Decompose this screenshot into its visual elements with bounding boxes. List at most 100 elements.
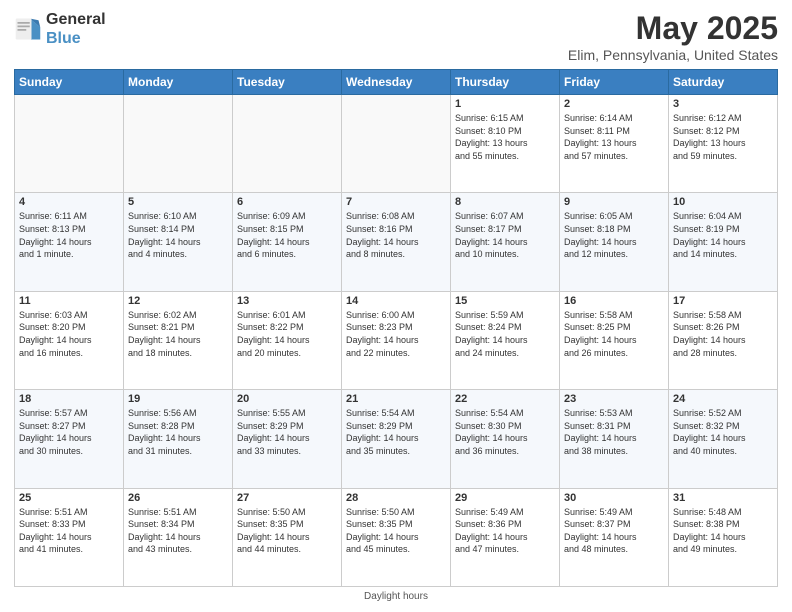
- day-header-saturday: Saturday: [669, 70, 778, 95]
- day-number: 23: [564, 393, 664, 405]
- day-info: Sunrise: 6:00 AM Sunset: 8:23 PM Dayligh…: [346, 309, 446, 359]
- day-info: Sunrise: 6:14 AM Sunset: 8:11 PM Dayligh…: [564, 112, 664, 162]
- calendar-cell: 9 Sunrise: 6:05 AM Sunset: 8:18 PM Daylig…: [560, 193, 669, 291]
- day-number: 19: [128, 393, 228, 405]
- day-number: 5: [128, 196, 228, 208]
- calendar-cell: 2 Sunrise: 6:14 AM Sunset: 8:11 PM Daylig…: [560, 95, 669, 193]
- day-number: 17: [673, 295, 773, 307]
- day-header-tuesday: Tuesday: [233, 70, 342, 95]
- calendar-cell: 10Sunrise: 6:04 AM Sunset: 8:19 PM Dayli…: [669, 193, 778, 291]
- calendar-cell: [124, 95, 233, 193]
- day-info: Sunrise: 6:03 AM Sunset: 8:20 PM Dayligh…: [19, 309, 119, 359]
- day-number: 1: [455, 98, 555, 110]
- day-number: 22: [455, 393, 555, 405]
- day-number: 18: [19, 393, 119, 405]
- day-info: Sunrise: 6:07 AM Sunset: 8:17 PM Dayligh…: [455, 210, 555, 260]
- day-info: Sunrise: 5:58 AM Sunset: 8:26 PM Dayligh…: [673, 309, 773, 359]
- calendar-cell: 8 Sunrise: 6:07 AM Sunset: 8:17 PM Daylig…: [451, 193, 560, 291]
- calendar-cell: 22 Sunrise: 5:54 AM Sunset: 8:30 PM Dayli…: [451, 390, 560, 488]
- calendar-cell: [15, 95, 124, 193]
- calendar-cell: 19 Sunrise: 5:56 AM Sunset: 8:28 PM Dayli…: [124, 390, 233, 488]
- day-info: Sunrise: 5:57 AM Sunset: 8:27 PM Dayligh…: [19, 407, 119, 457]
- day-number: 27: [237, 492, 337, 504]
- day-info: Sunrise: 5:50 AM Sunset: 8:35 PM Dayligh…: [346, 506, 446, 556]
- calendar-cell: 1Sunrise: 6:15 AM Sunset: 8:10 PM Daylig…: [451, 95, 560, 193]
- day-info: Sunrise: 5:49 AM Sunset: 8:37 PM Dayligh…: [564, 506, 664, 556]
- day-number: 16: [564, 295, 664, 307]
- calendar-cell: 14Sunrise: 6:00 AM Sunset: 8:23 PM Dayli…: [342, 291, 451, 389]
- day-info: Sunrise: 5:48 AM Sunset: 8:38 PM Dayligh…: [673, 506, 773, 556]
- calendar-cell: 31 Sunrise: 5:48 AM Sunset: 8:38 PM Dayli…: [669, 488, 778, 586]
- day-number: 15: [455, 295, 555, 307]
- day-header-friday: Friday: [560, 70, 669, 95]
- day-info: Sunrise: 5:58 AM Sunset: 8:25 PM Dayligh…: [564, 309, 664, 359]
- day-info: Sunrise: 5:54 AM Sunset: 8:30 PM Dayligh…: [455, 407, 555, 457]
- calendar-cell: 21 Sunrise: 5:54 AM Sunset: 8:29 PM Dayli…: [342, 390, 451, 488]
- week-row-1: 1Sunrise: 6:15 AM Sunset: 8:10 PM Daylig…: [15, 95, 778, 193]
- day-info: Sunrise: 6:05 AM Sunset: 8:18 PM Dayligh…: [564, 210, 664, 260]
- calendar-cell: [233, 95, 342, 193]
- day-info: Sunrise: 6:12 AM Sunset: 8:12 PM Dayligh…: [673, 112, 773, 162]
- day-number: 9: [564, 196, 664, 208]
- calendar-cell: 15Sunrise: 5:59 AM Sunset: 8:24 PM Dayli…: [451, 291, 560, 389]
- day-number: 11: [19, 295, 119, 307]
- day-number: 25: [19, 492, 119, 504]
- page: General Blue May 2025 Elim, Pennsylvania…: [0, 0, 792, 612]
- calendar-cell: 7 Sunrise: 6:08 AM Sunset: 8:16 PM Daylig…: [342, 193, 451, 291]
- day-number: 7: [346, 196, 446, 208]
- day-info: Sunrise: 5:50 AM Sunset: 8:35 PM Dayligh…: [237, 506, 337, 556]
- calendar-cell: 17 Sunrise: 5:58 AM Sunset: 8:26 PM Dayli…: [669, 291, 778, 389]
- day-number: 4: [19, 196, 119, 208]
- calendar-cell: [342, 95, 451, 193]
- day-info: Sunrise: 5:56 AM Sunset: 8:28 PM Dayligh…: [128, 407, 228, 457]
- day-info: Sunrise: 6:08 AM Sunset: 8:16 PM Dayligh…: [346, 210, 446, 260]
- day-number: 2: [564, 98, 664, 110]
- calendar-cell: 18 Sunrise: 5:57 AM Sunset: 8:27 PM Dayli…: [15, 390, 124, 488]
- calendar-cell: 16 Sunrise: 5:58 AM Sunset: 8:25 PM Dayli…: [560, 291, 669, 389]
- week-row-3: 11 Sunrise: 6:03 AM Sunset: 8:20 PM Dayli…: [15, 291, 778, 389]
- day-info: Sunrise: 6:02 AM Sunset: 8:21 PM Dayligh…: [128, 309, 228, 359]
- month-title: May 2025: [568, 10, 778, 47]
- footer: Daylight hours: [14, 591, 778, 602]
- day-info: Sunrise: 5:49 AM Sunset: 8:36 PM Dayligh…: [455, 506, 555, 556]
- calendar-cell: 27 Sunrise: 5:50 AM Sunset: 8:35 PM Dayli…: [233, 488, 342, 586]
- daylight-label: Daylight hours: [364, 591, 428, 602]
- day-info: Sunrise: 5:51 AM Sunset: 8:33 PM Dayligh…: [19, 506, 119, 556]
- calendar-cell: 23Sunrise: 5:53 AM Sunset: 8:31 PM Dayli…: [560, 390, 669, 488]
- calendar-cell: 24Sunrise: 5:52 AM Sunset: 8:32 PM Dayli…: [669, 390, 778, 488]
- day-number: 21: [346, 393, 446, 405]
- title-block: May 2025 Elim, Pennsylvania, United Stat…: [568, 10, 778, 63]
- calendar-cell: 29 Sunrise: 5:49 AM Sunset: 8:36 PM Dayli…: [451, 488, 560, 586]
- day-number: 6: [237, 196, 337, 208]
- logo-icon: [14, 15, 42, 43]
- day-number: 8: [455, 196, 555, 208]
- logo-text: General Blue: [46, 10, 106, 48]
- calendar-table: SundayMondayTuesdayWednesdayThursdayFrid…: [14, 69, 778, 587]
- calendar-body: 1Sunrise: 6:15 AM Sunset: 8:10 PM Daylig…: [15, 95, 778, 587]
- calendar-cell: 28 Sunrise: 5:50 AM Sunset: 8:35 PM Dayli…: [342, 488, 451, 586]
- day-info: Sunrise: 5:52 AM Sunset: 8:32 PM Dayligh…: [673, 407, 773, 457]
- day-info: Sunrise: 6:01 AM Sunset: 8:22 PM Dayligh…: [237, 309, 337, 359]
- day-header-sunday: Sunday: [15, 70, 124, 95]
- day-info: Sunrise: 5:51 AM Sunset: 8:34 PM Dayligh…: [128, 506, 228, 556]
- location: Elim, Pennsylvania, United States: [568, 47, 778, 63]
- calendar-cell: 12Sunrise: 6:02 AM Sunset: 8:21 PM Dayli…: [124, 291, 233, 389]
- day-number: 26: [128, 492, 228, 504]
- day-info: Sunrise: 6:09 AM Sunset: 8:15 PM Dayligh…: [237, 210, 337, 260]
- day-number: 29: [455, 492, 555, 504]
- calendar-cell: 25 Sunrise: 5:51 AM Sunset: 8:33 PM Dayli…: [15, 488, 124, 586]
- day-number: 28: [346, 492, 446, 504]
- day-number: 3: [673, 98, 773, 110]
- calendar-cell: 5Sunrise: 6:10 AM Sunset: 8:14 PM Daylig…: [124, 193, 233, 291]
- day-header-monday: Monday: [124, 70, 233, 95]
- calendar-cell: 20Sunrise: 5:55 AM Sunset: 8:29 PM Dayli…: [233, 390, 342, 488]
- day-number: 13: [237, 295, 337, 307]
- header: General Blue May 2025 Elim, Pennsylvania…: [14, 10, 778, 63]
- day-number: 31: [673, 492, 773, 504]
- calendar-header: SundayMondayTuesdayWednesdayThursdayFrid…: [15, 70, 778, 95]
- calendar-cell: 11 Sunrise: 6:03 AM Sunset: 8:20 PM Dayli…: [15, 291, 124, 389]
- calendar-cell: 30Sunrise: 5:49 AM Sunset: 8:37 PM Dayli…: [560, 488, 669, 586]
- day-info: Sunrise: 5:54 AM Sunset: 8:29 PM Dayligh…: [346, 407, 446, 457]
- day-info: Sunrise: 5:55 AM Sunset: 8:29 PM Dayligh…: [237, 407, 337, 457]
- week-row-2: 4Sunrise: 6:11 AM Sunset: 8:13 PM Daylig…: [15, 193, 778, 291]
